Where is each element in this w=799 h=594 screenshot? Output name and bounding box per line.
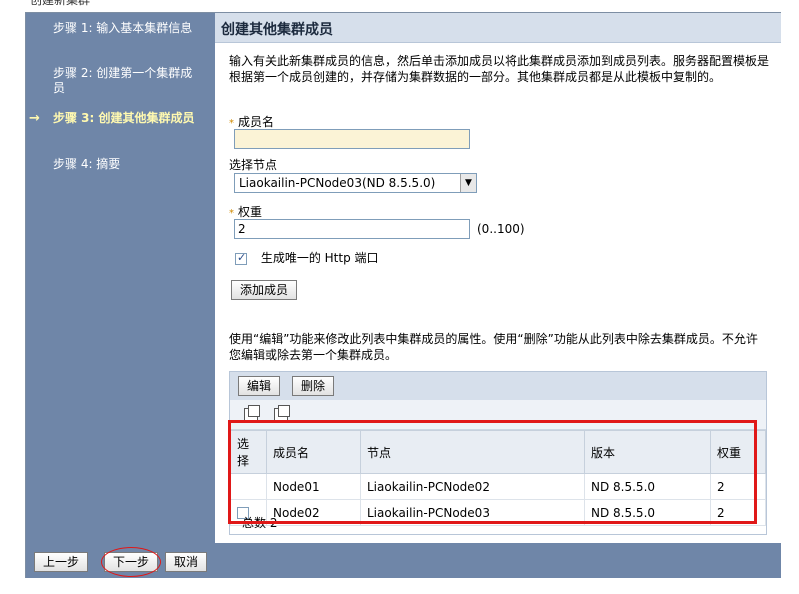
row-version: ND 8.5.5.0 [584, 499, 711, 526]
row-weight: 2 [710, 499, 766, 526]
table-total: 总数 2 [242, 516, 278, 530]
members-table-box: 编辑 删除 选择 成员名 节点 版本 权重 Node01 Liaokailin-… [229, 371, 767, 535]
node-select-value: Liaokailin-PCNode03(ND 8.5.5.0) [239, 176, 436, 190]
table-header-row: 选择 成员名 节点 版本 权重 [230, 430, 766, 474]
weight-range: (0..100) [477, 222, 525, 236]
sidebar-step-1[interactable]: 步骤 1: 输入基本集群信息 [53, 21, 203, 36]
chevron-down-icon[interactable]: ▼ [460, 174, 476, 192]
edit-button[interactable]: 编辑 [238, 376, 281, 396]
row-weight: 2 [710, 473, 766, 500]
row-member-name: Node01 [266, 473, 361, 500]
window-title: 创建新集群 [30, 0, 91, 7]
next-button[interactable]: 下一步 [104, 552, 159, 572]
weight-input[interactable] [234, 219, 470, 239]
window-title-clip: 创建新集群 [0, 0, 799, 9]
required-marker-icon: * [229, 118, 234, 129]
page-title: 创建其他集群成员 [221, 22, 333, 38]
wizard-footer: 上一步 下一步 取消 [26, 543, 781, 578]
delete-button[interactable]: 删除 [292, 376, 335, 396]
weight-label: 权重 [238, 205, 263, 219]
member-name-label: 成员名 [238, 115, 275, 129]
sidebar-step-2[interactable]: 步骤 2: 创建第一个集群成员 [53, 66, 203, 96]
row-member-name: Node02 [266, 499, 361, 526]
column-select[interactable]: 选择 [230, 430, 267, 474]
row-node: Liaokailin-PCNode03 [360, 499, 585, 526]
wizard-content: 创建其他集群成员 输入有关此新集群成员的信息，然后单击添加成员以将此集群成员添加… [215, 13, 781, 543]
member-name-input[interactable] [234, 129, 470, 149]
table-iconbar [230, 400, 766, 430]
http-port-checkbox[interactable] [235, 251, 247, 265]
row-select-cell [230, 473, 267, 500]
required-marker-icon: * [229, 208, 234, 219]
add-member-button[interactable]: 添加成员 [231, 280, 298, 300]
http-port-row: 生成唯一的 Http 端口 [235, 249, 379, 266]
http-port-label: 生成唯一的 Http 端口 [260, 251, 379, 265]
row-node: Liaokailin-PCNode02 [360, 473, 585, 500]
prev-button[interactable]: 上一步 [34, 552, 89, 572]
column-member-name[interactable]: 成员名 [266, 430, 361, 474]
node-select-label: 选择节点 [229, 158, 278, 172]
select-all-icon[interactable] [244, 405, 260, 422]
node-select[interactable]: Liaokailin-PCNode03(ND 8.5.5.0) ▼ [234, 173, 477, 193]
member-name-label-row: * 成员名 [229, 113, 274, 130]
column-version[interactable]: 版本 [584, 430, 711, 474]
wizard-sidebar: 步骤 1: 输入基本集群信息 步骤 2: 创建第一个集群成员 → 步骤 3: 创… [26, 13, 215, 543]
arrow-right-icon: → [29, 111, 40, 126]
sidebar-step-4[interactable]: 步骤 4: 摘要 [53, 157, 203, 172]
column-node[interactable]: 节点 [360, 430, 585, 474]
deselect-all-icon[interactable] [274, 405, 290, 422]
cancel-button[interactable]: 取消 [165, 552, 208, 572]
table-row: Node02 Liaokailin-PCNode03 ND 8.5.5.0 2 [230, 499, 766, 526]
table-row: Node01 Liaokailin-PCNode02 ND 8.5.5.0 2 [230, 473, 766, 500]
table-toolbar: 编辑 删除 [230, 372, 766, 400]
wizard-frame: 步骤 1: 输入基本集群信息 步骤 2: 创建第一个集群成员 → 步骤 3: 创… [25, 12, 781, 578]
weight-label-row: * 权重 [229, 203, 262, 220]
table-hint: 使用“编辑”功能来修改此列表中集群成员的属性。使用“删除”功能从此列表中除去集群… [229, 332, 758, 362]
page-description: 输入有关此新集群成员的信息，然后单击添加成员以将此集群成员添加到成员列表。服务器… [229, 54, 770, 84]
sidebar-step-3[interactable]: 步骤 3: 创建其他集群成员 [53, 111, 203, 126]
content-header: 创建其他集群成员 [215, 13, 781, 43]
row-version: ND 8.5.5.0 [584, 473, 711, 500]
column-weight[interactable]: 权重 [710, 430, 766, 474]
members-table: 选择 成员名 节点 版本 权重 Node01 Liaokailin-PCNode… [230, 430, 766, 526]
